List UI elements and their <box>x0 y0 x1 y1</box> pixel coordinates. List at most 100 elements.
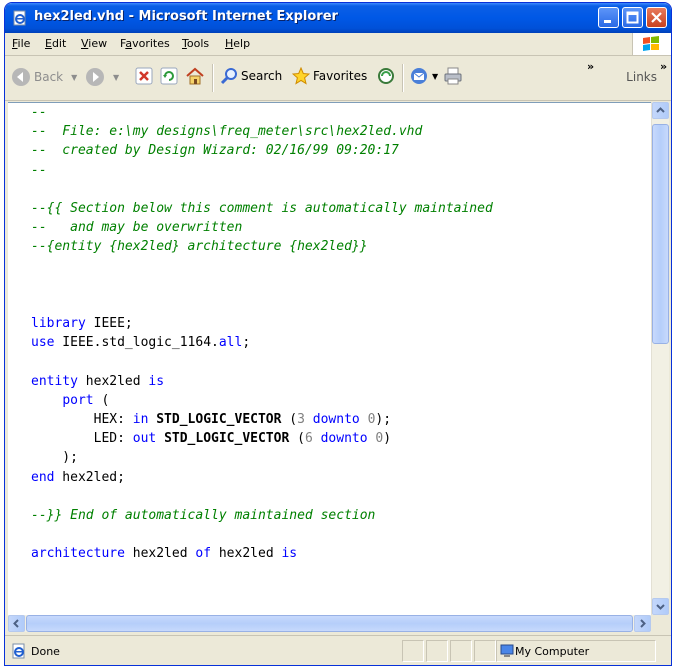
chevron-up-icon <box>656 107 665 113</box>
code-line: port ( <box>31 391 493 410</box>
links-chevron-icon[interactable]: » <box>660 60 667 73</box>
menu-edit[interactable]: Edit <box>45 37 66 50</box>
favorites-label: Favorites <box>313 69 368 83</box>
source-code: -- -- File: e:\my designs\freq_meter\src\… <box>31 103 493 564</box>
mail-button[interactable]: ▼ <box>409 67 438 85</box>
links-label[interactable]: Links <box>626 70 657 84</box>
refresh-button[interactable] <box>160 67 178 85</box>
code-token: entity <box>31 373 78 389</box>
code-line: -- <box>31 161 493 180</box>
horizontal-scroll-thumb[interactable] <box>26 615 633 632</box>
scroll-up-button[interactable] <box>652 102 669 119</box>
forward-arrow-icon <box>86 68 104 86</box>
code-token: -- File: e:\my designs\freq_meter\src\he… <box>31 124 423 140</box>
toolbar-chevron-icon[interactable]: » <box>587 60 594 73</box>
chevron-left-icon <box>13 619 19 628</box>
code-token: ); <box>31 450 78 466</box>
code-line: library IEEE; <box>31 314 493 333</box>
code-token: --}} End of automatically maintained sec… <box>31 507 376 523</box>
search-button[interactable]: Search <box>220 67 282 85</box>
status-text: Done <box>31 645 60 658</box>
code-token: in <box>132 412 149 427</box>
code-token: is <box>148 373 165 389</box>
home-button[interactable] <box>185 67 205 85</box>
scrollbar-corner <box>651 615 668 632</box>
mail-dropdown-icon[interactable]: ▼ <box>432 72 438 81</box>
code-token: --{{ Section below this comment is autom… <box>31 200 493 216</box>
menu-favorites[interactable]: Favorites <box>120 37 170 50</box>
mail-icon <box>411 68 427 84</box>
vertical-scroll-thumb[interactable] <box>652 124 669 344</box>
code-line: -- and may be overwritten <box>31 218 493 237</box>
media-icon <box>378 68 394 84</box>
code-token: end <box>31 469 55 485</box>
maximize-button[interactable] <box>622 7 643 28</box>
title-bar[interactable]: hex2led.vhd - Microsoft Internet Explore… <box>5 3 671 33</box>
scroll-left-button[interactable] <box>8 615 25 632</box>
code-token: ( <box>289 431 305 447</box>
code-line: architecture hex2led of hex2led is <box>31 544 493 563</box>
back-dropdown-icon[interactable]: ▼ <box>71 73 77 82</box>
status-panel <box>450 640 472 662</box>
close-button[interactable] <box>646 7 667 28</box>
code-line: --{entity {hex2led} architecture {hex2le… <box>31 237 493 256</box>
code-token: 3 <box>297 412 305 427</box>
code-token: is <box>281 546 298 562</box>
refresh-icon <box>160 67 178 85</box>
code-line: HEX: in STD_LOGIC_VECTOR (3 downto 0); <box>31 410 493 429</box>
toolbar: Back ▼ ▼ Search Favorites ▼ » Links » <box>5 56 671 101</box>
code-token: hex2led <box>124 546 196 562</box>
forward-dropdown-icon[interactable]: ▼ <box>113 73 119 82</box>
code-line: -- <box>31 103 493 122</box>
code-token: STD_LOGIC_VECTOR <box>164 431 290 447</box>
maximize-icon <box>626 11 639 24</box>
code-line: entity hex2led is <box>31 372 493 391</box>
code-token: library <box>31 316 86 332</box>
code-token: IEEE.std_logic_1164. <box>54 335 219 351</box>
toolbar-separator <box>402 64 404 92</box>
menu-tools[interactable]: Tools <box>182 37 209 50</box>
page-content: -- -- File: e:\my designs\freq_meter\src\… <box>8 102 651 616</box>
code-line: end hex2led; <box>31 468 493 487</box>
code-token: -- <box>31 105 47 120</box>
computer-icon <box>500 644 514 657</box>
status-panel <box>402 640 424 662</box>
code-token: ); <box>375 412 392 427</box>
forward-button[interactable]: ▼ <box>85 67 119 87</box>
vertical-scrollbar[interactable] <box>651 102 669 615</box>
horizontal-scrollbar[interactable] <box>8 615 651 632</box>
print-button[interactable] <box>443 67 463 85</box>
minimize-button[interactable] <box>598 7 619 28</box>
menu-help[interactable]: Help <box>225 37 250 50</box>
print-icon <box>444 67 462 85</box>
stop-button[interactable] <box>135 67 153 85</box>
ie-page-icon <box>13 10 26 26</box>
status-bar: Done My Computer <box>5 635 671 665</box>
favorites-button[interactable]: Favorites <box>292 67 367 85</box>
code-line: --}} End of automatically maintained sec… <box>31 506 493 525</box>
scroll-right-button[interactable] <box>634 615 651 632</box>
code-token: hex2led; <box>54 469 125 485</box>
menu-view[interactable]: View <box>81 37 107 50</box>
code-token: STD_LOGIC_VECTOR <box>156 412 282 427</box>
code-token: LED: <box>31 431 133 447</box>
code-token: 6 <box>304 431 313 447</box>
menu-file[interactable]: File <box>12 37 30 50</box>
back-label: Back <box>34 70 64 84</box>
media-button[interactable] <box>377 67 395 85</box>
star-icon <box>292 67 310 85</box>
close-icon <box>651 12 662 23</box>
windows-logo-icon <box>632 33 671 55</box>
back-button[interactable]: Back ▼ <box>11 67 77 87</box>
scroll-down-button[interactable] <box>652 598 669 615</box>
